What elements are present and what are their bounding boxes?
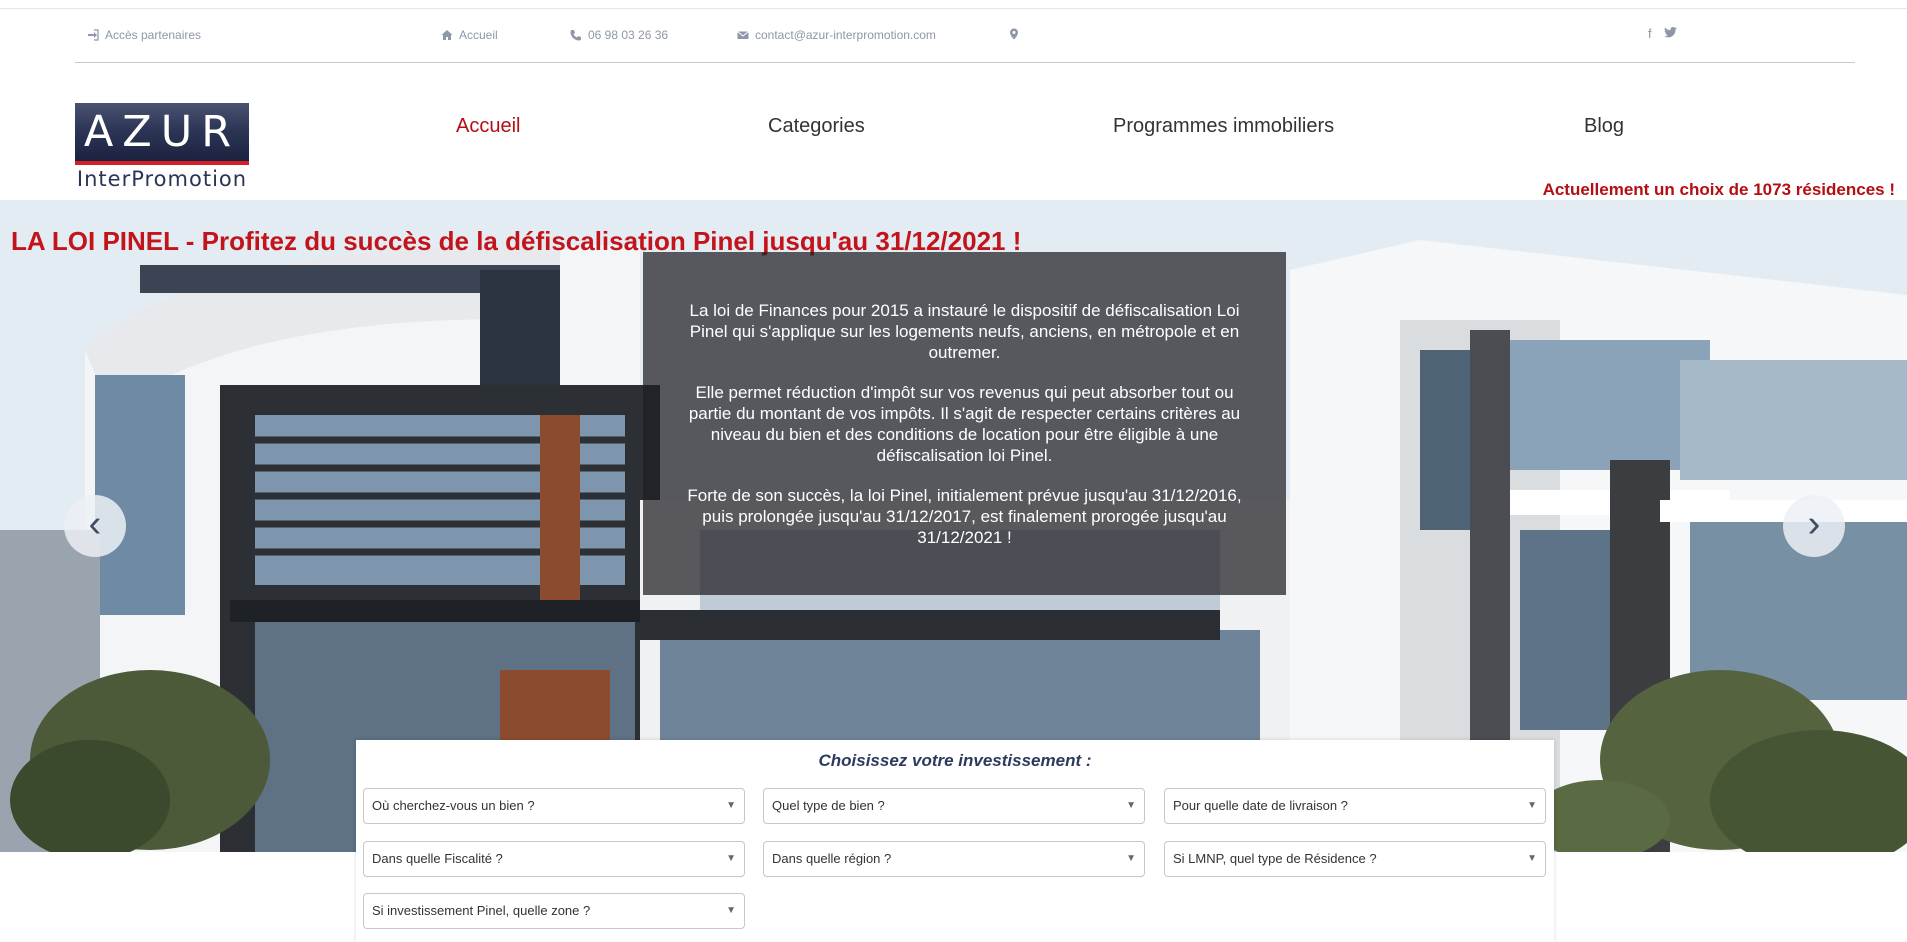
carousel-next-button[interactable]: › [1783, 495, 1845, 557]
top-rule [0, 8, 1907, 9]
lmnp-residence-select[interactable]: Si LMNP, quel type de Résidence ? ▼ [1164, 841, 1546, 877]
chevron-down-icon: ▼ [1126, 800, 1136, 811]
phone-link[interactable]: 06 98 03 26 36 [570, 28, 668, 42]
investment-search-panel: Choisissez votre investissement : Où che… [356, 740, 1554, 942]
pinel-info-box: La loi de Finances pour 2015 a instauré … [643, 252, 1286, 595]
main-nav: Accueil Categories Programmes immobilier… [0, 115, 1907, 141]
tax-scheme-select[interactable]: Dans quelle Fiscalité ? ▼ [363, 841, 745, 877]
chevron-down-icon: ▼ [726, 853, 736, 864]
select-value: Dans quelle Fiscalité ? [372, 851, 503, 866]
select-value: Pour quelle date de livraison ? [1173, 798, 1348, 813]
phone-icon [570, 29, 582, 41]
nav-item-programmes[interactable]: Programmes immobiliers [1113, 115, 1334, 138]
top-contact-bar: Accès partenaires Accueil 06 98 03 26 36… [75, 26, 1855, 48]
select-value: Dans quelle région ? [772, 851, 892, 866]
home-icon [441, 29, 453, 41]
select-value: Quel type de bien ? [772, 798, 885, 813]
nav-item-blog[interactable]: Blog [1584, 115, 1624, 138]
twitter-icon[interactable] [1663, 26, 1677, 41]
location-select[interactable]: Où cherchez-vous un bien ? ▼ [363, 788, 745, 824]
residences-count-banner: Actuellement un choix de 1073 résidences… [1542, 180, 1895, 199]
logo-sub-text: InterPromotion [76, 167, 248, 191]
chevron-down-icon: ▼ [1527, 800, 1537, 811]
chevron-down-icon: ▼ [1527, 853, 1537, 864]
map-marker-icon [1008, 28, 1020, 40]
phone-number: 06 98 03 26 36 [588, 28, 669, 42]
chevron-right-icon: › [1807, 503, 1821, 545]
info-paragraph: Elle permet réduction d'impôt sur vos re… [688, 383, 1241, 465]
envelope-icon [737, 29, 749, 41]
select-value: Si LMNP, quel type de Résidence ? [1173, 851, 1377, 866]
nav-item-categories[interactable]: Categories [768, 115, 865, 138]
email-link[interactable]: contact@azur-interpromotion.com [737, 28, 936, 42]
chevron-left-icon: ‹ [88, 503, 102, 545]
chevron-down-icon: ▼ [726, 800, 736, 811]
email-address: contact@azur-interpromotion.com [755, 28, 936, 42]
delivery-date-select[interactable]: Pour quelle date de livraison ? ▼ [1164, 788, 1546, 824]
location-link[interactable] [1008, 28, 1020, 40]
chevron-down-icon: ▼ [726, 905, 736, 916]
carousel-prev-button[interactable]: ‹ [64, 495, 126, 557]
property-type-select[interactable]: Quel type de bien ? ▼ [763, 788, 1145, 824]
chevron-down-icon: ▼ [1126, 853, 1136, 864]
facebook-icon[interactable]: f [1648, 26, 1652, 41]
home-label: Accueil [459, 28, 498, 42]
social-links: f [1648, 26, 1677, 41]
region-select[interactable]: Dans quelle région ? ▼ [763, 841, 1145, 877]
nav-item-accueil[interactable]: Accueil [456, 115, 520, 138]
search-title: Choisissez votre investissement : [818, 751, 1092, 770]
pinel-zone-select[interactable]: Si investissement Pinel, quelle zone ? ▼ [363, 893, 745, 929]
logo-red-stripe [75, 161, 249, 165]
partners-link[interactable]: Accès partenaires [87, 28, 201, 42]
partners-label: Accès partenaires [105, 28, 202, 42]
home-link[interactable]: Accueil [441, 28, 498, 42]
info-paragraph: La loi de Finances pour 2015 a instauré … [689, 301, 1240, 362]
select-value: Où cherchez-vous un bien ? [372, 798, 535, 813]
top-divider [75, 62, 1855, 63]
select-value: Si investissement Pinel, quelle zone ? [372, 903, 591, 918]
info-paragraph: Forte de son succès, la loi Pinel, initi… [687, 486, 1242, 547]
sign-in-icon [87, 29, 99, 41]
